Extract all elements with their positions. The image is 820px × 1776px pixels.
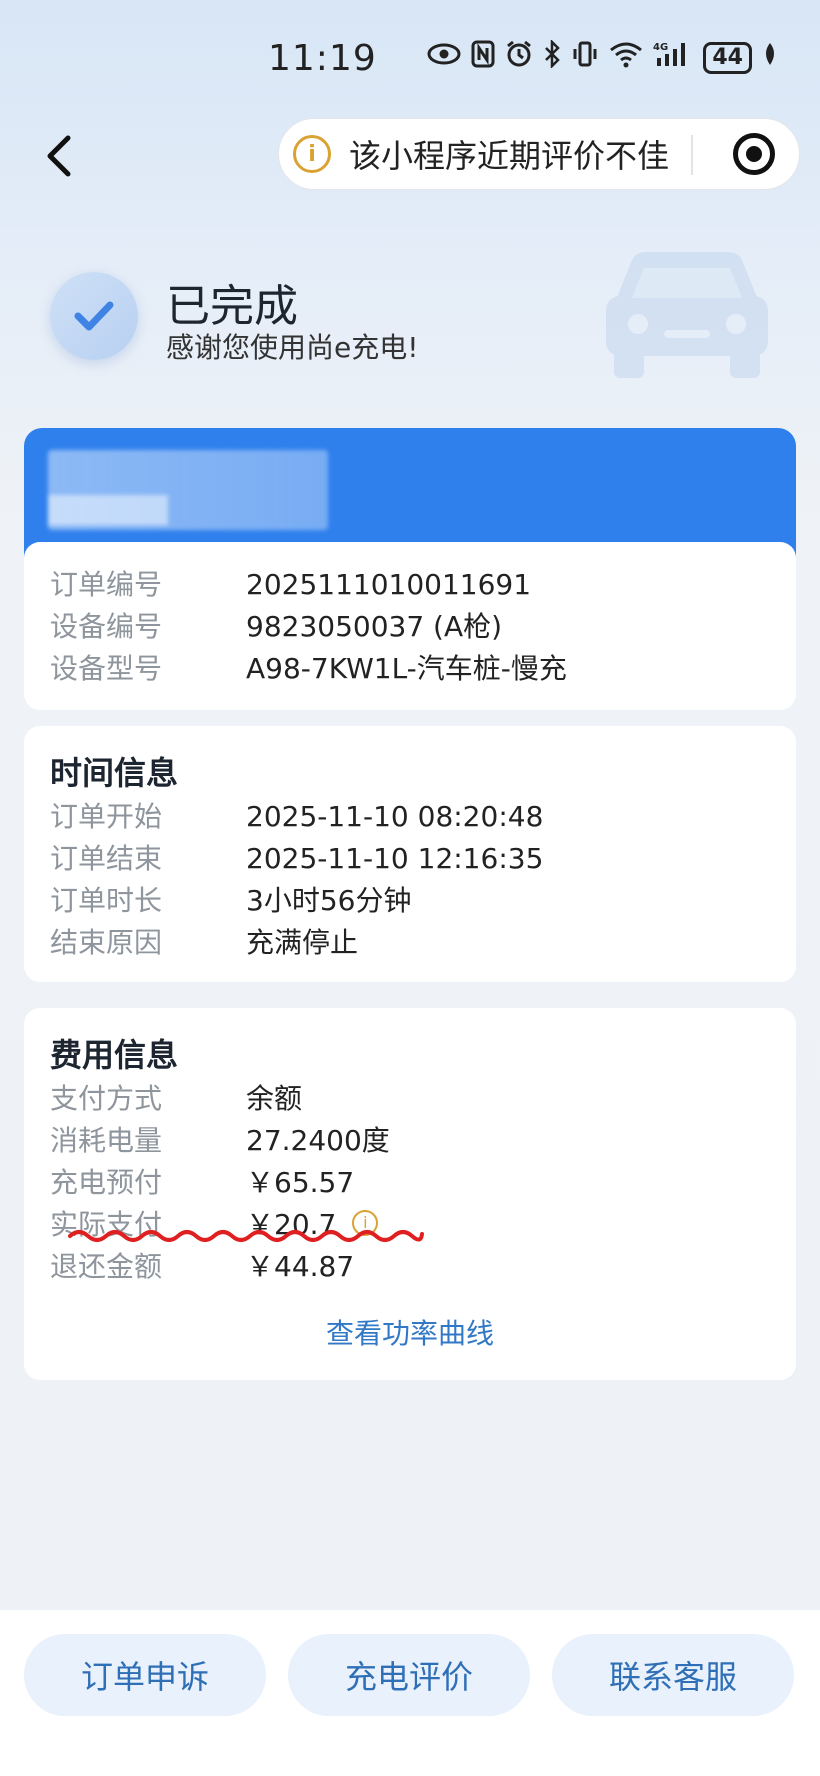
refund-row: 退还金额 ￥44.87 <box>50 1246 770 1288</box>
device-model-value: A98-7KW1L-汽车桩-慢充 <box>246 652 567 685</box>
alarm-icon <box>505 40 533 75</box>
order-number-row: 订单编号 2025111010011691 <box>50 564 770 606</box>
device-model-row: 设备型号 A98-7KW1L-汽车桩-慢充 <box>50 648 770 690</box>
status-icons: 4G 44 <box>427 38 778 75</box>
payment-method-row: 支付方式 余额 <box>50 1078 770 1120</box>
payment-method-value: 余额 <box>246 1082 303 1115</box>
battery-indicator: 44 <box>703 41 752 74</box>
device-number-row: 设备编号 9823050037 (A枪) <box>50 606 770 648</box>
order-start-label: 订单开始 <box>50 800 163 833</box>
contact-service-button[interactable]: 联系客服 <box>552 1634 794 1716</box>
fee-info-title: 费用信息 <box>50 1036 179 1074</box>
prepaid-row: 充电预付 ￥65.57 <box>50 1162 770 1204</box>
order-duration-value: 3小时56分钟 <box>246 884 412 917</box>
redacted-station-name <box>48 450 328 530</box>
power-curve-link[interactable]: 查看功率曲线 <box>24 1312 796 1352</box>
end-reason-row: 结束原因 充满停止 <box>50 922 770 964</box>
order-end-value: 2025-11-10 12:16:35 <box>246 842 544 875</box>
signal-4g-icon: 4G <box>653 40 693 75</box>
warning-icon: i <box>293 135 331 173</box>
back-button[interactable] <box>36 126 84 186</box>
fee-info-card: 费用信息 支付方式 余额 消耗电量 27.2400度 充电预付 ￥65.57 实… <box>24 1008 796 1380</box>
prepaid-value: ￥65.57 <box>246 1166 355 1199</box>
status-bar: 11:19 4G 44 <box>0 0 820 110</box>
bluetooth-icon <box>543 38 561 75</box>
device-number-label: 设备编号 <box>50 610 163 643</box>
vibrate-icon <box>571 40 599 75</box>
red-underline-annotation <box>68 1230 424 1242</box>
refund-label: 退还金额 <box>50 1250 163 1283</box>
energy-consumed-label: 消耗电量 <box>50 1124 163 1157</box>
order-appeal-button[interactable]: 订单申诉 <box>24 1634 266 1716</box>
charge-review-button[interactable]: 充电评价 <box>288 1634 530 1716</box>
order-info-card: 订单编号 2025111010011691 设备编号 9823050037 (A… <box>24 542 796 710</box>
leaf-icon <box>762 41 778 74</box>
svg-text:4G: 4G <box>653 42 668 53</box>
capsule-divider <box>691 135 693 175</box>
energy-consumed-row: 消耗电量 27.2400度 <box>50 1120 770 1162</box>
order-end-label: 订单结束 <box>50 842 163 875</box>
status-time: 11:19 <box>268 38 377 79</box>
device-number-value: 9823050037 (A枪) <box>246 610 503 643</box>
nfc-icon <box>471 40 495 75</box>
order-duration-label: 订单时长 <box>50 884 163 917</box>
device-model-label: 设备型号 <box>50 652 163 685</box>
refund-value: ￥44.87 <box>246 1250 355 1283</box>
energy-consumed-value: 27.2400度 <box>246 1124 390 1157</box>
time-info-card: 时间信息 订单开始 2025-11-10 08:20:48 订单结束 2025-… <box>24 726 796 982</box>
order-start-row: 订单开始 2025-11-10 08:20:48 <box>50 796 770 838</box>
order-end-row: 订单结束 2025-11-10 12:16:35 <box>50 838 770 880</box>
wifi-icon <box>609 40 643 75</box>
bottom-action-bar: 订单申诉 充电评价 联系客服 <box>0 1610 820 1776</box>
eye-icon <box>427 42 461 73</box>
chevron-left-icon <box>47 135 71 177</box>
rating-warning-text[interactable]: 该小程序近期评价不佳 <box>349 131 669 177</box>
end-reason-label: 结束原因 <box>50 926 163 959</box>
completed-badge <box>50 272 138 360</box>
payment-method-label: 支付方式 <box>50 1082 163 1115</box>
check-icon <box>74 301 114 331</box>
end-reason-value: 充满停止 <box>246 926 359 959</box>
mini-program-capsule[interactable]: i 该小程序近期评价不佳 <box>278 118 800 190</box>
order-number-value: 2025111010011691 <box>246 568 532 601</box>
order-duration-row: 订单时长 3小时56分钟 <box>50 880 770 922</box>
close-target-icon[interactable] <box>733 133 775 175</box>
car-icon <box>606 252 768 378</box>
prepaid-label: 充电预付 <box>50 1166 163 1199</box>
order-number-label: 订单编号 <box>50 568 163 601</box>
status-title: 已完成 <box>166 281 298 332</box>
status-subtitle: 感谢您使用尚e充电! <box>166 331 419 364</box>
order-start-value: 2025-11-10 08:20:48 <box>246 800 544 833</box>
time-info-title: 时间信息 <box>50 754 179 792</box>
